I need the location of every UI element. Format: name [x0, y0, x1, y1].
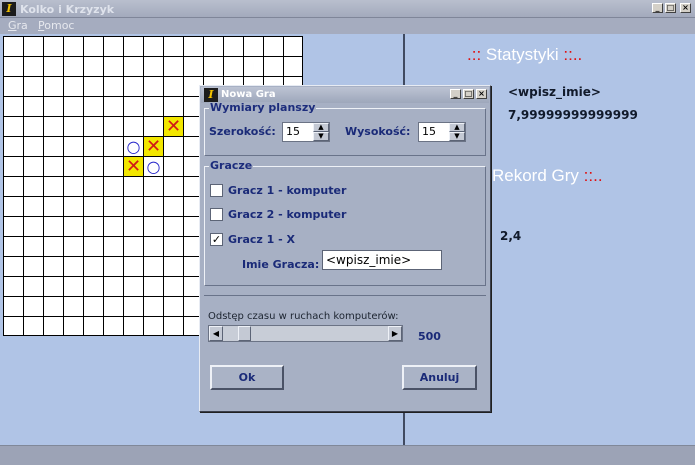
delay-label: Odstęp czasu w ruchach komputerów: [208, 311, 399, 322]
width-up-icon[interactable]: ▲ [313, 123, 329, 132]
player-score-value: 7,99999999999999 [508, 108, 638, 122]
stats-heading-right: ::.. [563, 45, 583, 64]
width-label: Szerokość: [209, 125, 276, 138]
delay-separator [204, 295, 486, 296]
record-heading-right: ::.. [583, 166, 603, 185]
record-heading: Rekord Gry ::.. [492, 166, 603, 186]
x-mark: ✕ [144, 136, 163, 157]
maximize-icon[interactable]: □ [665, 3, 676, 13]
height-stepper[interactable]: 15 ▲ ▼ [418, 122, 466, 142]
width-stepper[interactable]: 15 ▲ ▼ [282, 122, 330, 142]
height-down-icon[interactable]: ▼ [449, 132, 465, 141]
width-value: 15 [286, 125, 300, 138]
player1-computer-label: Gracz 1 - komputer [228, 184, 347, 197]
height-label: Wysokość: [345, 125, 411, 138]
menu-pomoc[interactable]: Pomoc [38, 19, 74, 32]
dialog-logo-icon: I [204, 88, 218, 102]
player1-x-label: Gracz 1 - X [228, 233, 295, 246]
stats-heading-left: .:: [467, 45, 482, 64]
slider-thumb[interactable] [238, 326, 251, 341]
dialog-title: Nowa Gra [221, 89, 276, 100]
new-game-dialog: I Nowa Gra _ □ × Wymiary planszy Szeroko… [199, 85, 491, 412]
player-name-label: Imie Gracza: [242, 258, 320, 271]
o-mark: ○ [126, 137, 141, 156]
player1-computer-checkbox[interactable] [210, 184, 223, 197]
x-mark: ✕ [124, 156, 143, 177]
player2-computer-checkbox[interactable] [210, 208, 223, 221]
minimize-icon[interactable]: _ [652, 3, 663, 13]
menu-gra[interactable]: Gra [8, 19, 28, 32]
delay-slider[interactable]: ◀ ▶ [208, 325, 403, 342]
menu-bar [0, 18, 695, 34]
x-mark: ✕ [164, 116, 183, 137]
status-bar [0, 445, 695, 465]
player2-computer-label: Gracz 2 - komputer [228, 208, 347, 221]
height-up-icon[interactable]: ▲ [449, 123, 465, 132]
record-value: 2,4 [500, 229, 522, 243]
stats-heading-word: Statystyki [485, 45, 559, 64]
dialog-close-icon[interactable]: × [476, 89, 487, 99]
ok-button[interactable]: Ok [210, 365, 284, 390]
height-value: 15 [422, 125, 436, 138]
dialog-minimize-icon[interactable]: _ [450, 89, 461, 99]
close-icon[interactable]: × [680, 3, 691, 13]
app-logo-icon: I [2, 2, 16, 16]
dimensions-group-label: Wymiary planszy [209, 101, 317, 114]
stats-heading: .:: Statystyki ::.. [467, 45, 582, 65]
player-name-value: <wpisz_imie> [508, 85, 601, 99]
width-down-icon[interactable]: ▼ [313, 132, 329, 141]
players-group-label: Gracze [209, 159, 254, 172]
window-title: Kolko i Krzyzyk [20, 3, 115, 16]
delay-value: 500 [418, 330, 441, 343]
window-title-bar[interactable]: I Kolko i Krzyzyk _ □ × [0, 0, 695, 18]
cancel-button[interactable]: Anuluj [402, 365, 477, 390]
dialog-maximize-icon[interactable]: □ [463, 89, 474, 99]
o-mark: ○ [146, 157, 161, 176]
player1-x-checkbox[interactable]: ✓ [210, 233, 223, 246]
player-name-input[interactable]: <wpisz_imie> [322, 250, 442, 270]
slider-right-icon[interactable]: ▶ [388, 326, 402, 341]
slider-left-icon[interactable]: ◀ [209, 326, 223, 341]
record-heading-word: Rekord Gry [492, 166, 579, 185]
